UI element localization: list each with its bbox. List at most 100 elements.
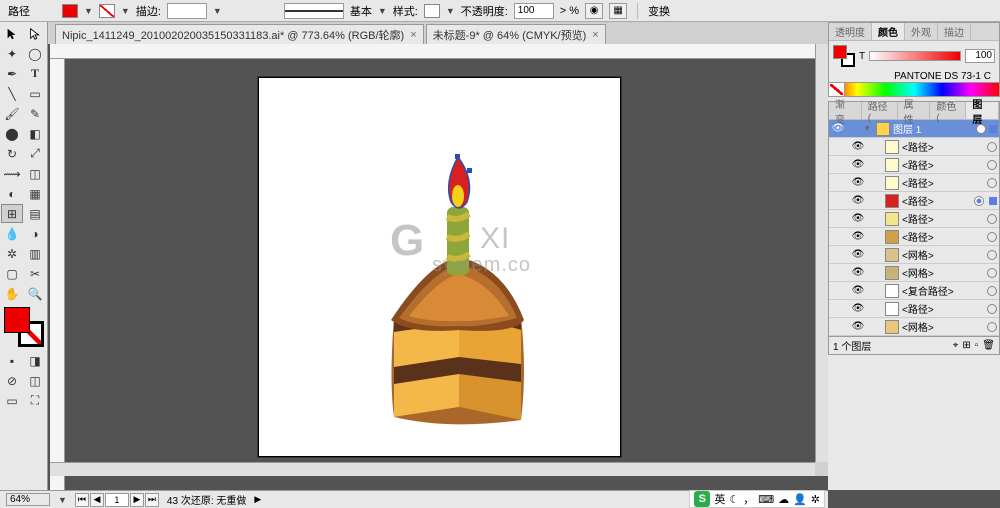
- fill-stroke-control[interactable]: [4, 307, 44, 347]
- eraser-tool[interactable]: ◧: [24, 124, 46, 143]
- tab-attributes[interactable]: 属性: [898, 102, 931, 119]
- mesh-tool[interactable]: ⊞: [1, 204, 23, 223]
- basic-label[interactable]: 基本: [350, 3, 372, 19]
- ruler-horizontal[interactable]: [50, 44, 815, 59]
- transform-label[interactable]: 变换: [648, 3, 670, 19]
- visibility-icon[interactable]: 👁: [851, 321, 865, 332]
- blend-tool[interactable]: ◑: [24, 224, 46, 243]
- layer-row[interactable]: 👁 <路径>: [829, 174, 999, 192]
- tab-stroke[interactable]: 描边: [938, 23, 971, 40]
- tint-slider[interactable]: [869, 51, 961, 61]
- stroke-dd[interactable]: ▼: [121, 6, 130, 16]
- trash-icon[interactable]: 🗑: [982, 340, 995, 351]
- expand-icon[interactable]: ▾: [865, 123, 873, 134]
- ime-bar[interactable]: S 英 ☾ ， ⌨ ☁ 👤 ✲: [689, 490, 825, 508]
- pen-tool[interactable]: ✒: [1, 64, 23, 83]
- rotate-tool[interactable]: ↻: [1, 144, 23, 163]
- layer-row[interactable]: 👁<路径>: [829, 192, 999, 210]
- recolor-icon[interactable]: ◉: [585, 3, 603, 19]
- layer-name[interactable]: <路径>: [902, 139, 984, 154]
- layer-name[interactable]: <路径>: [902, 211, 984, 226]
- visibility-icon[interactable]: 👁: [851, 177, 865, 188]
- layer-row[interactable]: 👁<路径>: [829, 138, 999, 156]
- target-icon[interactable]: [987, 268, 997, 278]
- target-icon[interactable]: [987, 250, 997, 260]
- layer-name[interactable]: <路径>: [902, 175, 984, 190]
- doc-tab-2[interactable]: 未标题-9* @ 64% (CMYK/预览) ×: [426, 24, 606, 44]
- status-play-icon[interactable]: ▶: [254, 494, 261, 505]
- next-icon[interactable]: ▶: [130, 493, 144, 507]
- locate-icon[interactable]: ⌖: [953, 340, 959, 351]
- symbol-sprayer-tool[interactable]: ✲: [1, 244, 23, 263]
- style-label[interactable]: 样式:: [393, 3, 418, 19]
- target-icon[interactable]: [987, 142, 997, 152]
- layer-name[interactable]: <网格>: [902, 265, 984, 280]
- visibility-icon[interactable]: 👁: [851, 213, 865, 224]
- target-icon[interactable]: [987, 232, 997, 242]
- layer-row[interactable]: 👁 <网格>: [829, 264, 999, 282]
- slice-tool[interactable]: ✂: [24, 264, 46, 283]
- zoom-tool[interactable]: 🔍: [24, 284, 46, 303]
- tab-layers[interactable]: 图层: [966, 102, 999, 119]
- prev-icon[interactable]: ◀: [90, 493, 104, 507]
- target-icon[interactable]: [987, 160, 997, 170]
- artboard[interactable]: [257, 76, 622, 458]
- opacity-input[interactable]: 100: [514, 3, 554, 19]
- layer-row[interactable]: 👁<网格>: [829, 246, 999, 264]
- tab-transparency[interactable]: 透明度: [829, 23, 872, 40]
- free-transform-tool[interactable]: ◫: [24, 164, 46, 183]
- tab-appearance[interactable]: 外观: [905, 23, 938, 40]
- visibility-icon[interactable]: 👁: [851, 267, 865, 278]
- layer-name[interactable]: <复合路径>: [902, 283, 984, 298]
- scrollbar-horizontal[interactable]: [50, 462, 815, 476]
- artboard-tool[interactable]: ▢: [1, 264, 23, 283]
- layer-row[interactable]: 👁<路径>: [829, 156, 999, 174]
- color-spectrum[interactable]: [829, 82, 999, 96]
- pencil-tool[interactable]: ✎: [24, 104, 46, 123]
- none-swatch[interactable]: [829, 83, 845, 96]
- layer-name[interactable]: <网格>: [902, 247, 984, 262]
- target-icon[interactable]: [987, 286, 997, 296]
- tab-color[interactable]: 颜色: [872, 23, 905, 40]
- visibility-icon[interactable]: 👁: [851, 303, 865, 314]
- layer-name[interactable]: <路径>: [902, 229, 984, 244]
- stroke-swatch[interactable]: [99, 4, 115, 18]
- visibility-icon[interactable]: 👁: [851, 231, 865, 242]
- ime-comma-icon[interactable]: ，: [743, 491, 754, 507]
- tab-gradient[interactable]: 渐变: [829, 102, 862, 119]
- zoom-field[interactable]: 64%: [6, 493, 50, 506]
- style-swatch[interactable]: [424, 4, 440, 18]
- ime-settings-icon[interactable]: ✲: [811, 493, 820, 506]
- layer-name[interactable]: <网格>: [902, 319, 984, 334]
- stroke-label[interactable]: 描边:: [136, 3, 161, 19]
- shape-builder-tool[interactable]: ◐: [1, 184, 23, 203]
- type-tool[interactable]: T: [24, 64, 46, 83]
- target-icon[interactable]: [974, 196, 984, 206]
- stroke-weight-input[interactable]: [167, 3, 207, 19]
- scale-tool[interactable]: ⤢: [24, 144, 46, 163]
- visibility-icon[interactable]: 👁: [831, 123, 845, 134]
- blob-brush-tool[interactable]: ⬤: [1, 124, 23, 143]
- brush-tool[interactable]: 🖌: [1, 104, 23, 123]
- target-icon[interactable]: [987, 214, 997, 224]
- perspective-tool[interactable]: ▦: [24, 184, 46, 203]
- layer-row[interactable]: 👁 <路径>: [829, 228, 999, 246]
- tab-colorguide[interactable]: 颜色(: [930, 102, 966, 119]
- direct-select-tool[interactable]: [24, 24, 46, 43]
- layer-row[interactable]: 👁<路径>: [829, 300, 999, 318]
- layer-name[interactable]: <路径>: [902, 193, 971, 208]
- target-icon[interactable]: [987, 178, 997, 188]
- ime-keyboard-icon[interactable]: ⌨: [758, 493, 774, 506]
- visibility-icon[interactable]: 👁: [851, 159, 865, 170]
- close-icon[interactable]: ×: [592, 29, 598, 41]
- tab-pathfinder[interactable]: 路径(: [862, 102, 898, 119]
- layer-row[interactable]: 👁<复合路径>: [829, 282, 999, 300]
- selection-tool[interactable]: [1, 24, 23, 43]
- fill-swatch[interactable]: [62, 4, 78, 18]
- lasso-tool[interactable]: ◯: [24, 44, 46, 63]
- last-icon[interactable]: ⏭: [145, 493, 159, 507]
- new-sublayer-icon[interactable]: ⊞: [962, 340, 970, 351]
- layer-row[interactable]: 👁 <路径>: [829, 210, 999, 228]
- layer-name[interactable]: 图层 1: [893, 121, 973, 136]
- screen-mode[interactable]: ▭: [1, 391, 23, 410]
